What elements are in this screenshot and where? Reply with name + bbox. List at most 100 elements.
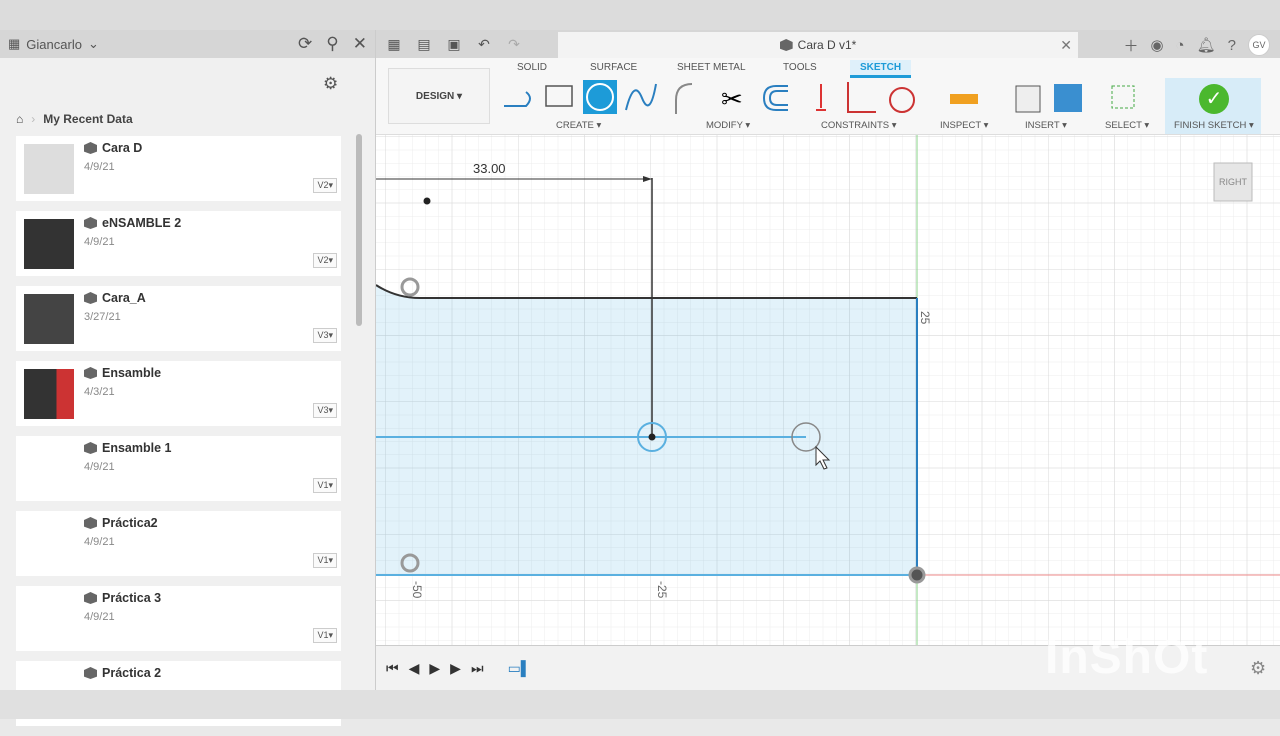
close-tab-icon[interactable]: ✕ xyxy=(1060,37,1072,54)
list-item[interactable]: eNSAMBLE 2 4/9/21 V2▾ xyxy=(16,211,341,276)
breadcrumb: ⌂ › My Recent Data xyxy=(16,112,133,126)
trim-scissors-icon[interactable]: ✂ xyxy=(721,84,743,114)
select-menu[interactable]: SELECT ▾ xyxy=(1105,120,1149,131)
inspect-menu[interactable]: INSPECT ▾ xyxy=(940,120,988,131)
insert-menu[interactable]: INSERT ▾ xyxy=(1025,120,1067,131)
viewcube[interactable]: RIGHT xyxy=(1213,162,1253,202)
design-icon xyxy=(84,292,97,304)
sketch-point[interactable] xyxy=(423,197,431,205)
tick-label: 25 xyxy=(918,311,932,325)
document-tab[interactable]: Cara D v1* ✕ xyxy=(558,32,1078,58)
breadcrumb-current[interactable]: My Recent Data xyxy=(43,112,132,126)
list-item[interactable]: Práctica2 4/9/21 V1▾ xyxy=(16,511,341,576)
file-date: 3/27/21 xyxy=(84,311,121,323)
measure-icon[interactable] xyxy=(950,94,978,104)
gear-icon[interactable]: ⚙ xyxy=(323,74,338,94)
chevron-down-icon[interactable]: ⌄ xyxy=(88,36,99,52)
redo-icon[interactable]: ↷ xyxy=(502,36,526,53)
notifications-icon[interactable]: 🔔︎ xyxy=(1197,36,1216,54)
fix-constraint-icon[interactable] xyxy=(816,84,826,111)
version-dropdown[interactable]: V1▾ xyxy=(313,553,337,568)
origin-point[interactable] xyxy=(908,566,926,584)
job-status-icon[interactable]: ◔ xyxy=(1176,37,1185,54)
settings-icon[interactable]: ⚙ xyxy=(1250,658,1266,679)
title-bar: ▦ ▤ ▣ ↶ ↷ Cara D v1* ✕ ＋ ◉ ◔ 🔔︎ ? GV xyxy=(376,30,1280,58)
last-step-icon[interactable]: ⏭ xyxy=(471,660,484,677)
rectangle-tool-icon[interactable] xyxy=(545,85,573,107)
version-label: V2 xyxy=(317,180,329,190)
next-step-icon[interactable]: ▶ xyxy=(450,660,461,677)
fusion-workspace: ▦ ▤ ▣ ↶ ↷ Cara D v1* ✕ ＋ ◉ ◔ 🔔︎ ? GV DES… xyxy=(375,30,1280,690)
previous-step-icon[interactable]: ◀ xyxy=(409,660,420,677)
list-item[interactable]: Ensamble 1 4/9/21 V1▾ xyxy=(16,436,341,501)
list-item[interactable]: Cara D 4/9/21 V2▾ xyxy=(16,136,341,201)
version-dropdown[interactable]: V2▾ xyxy=(313,178,337,193)
create-menu[interactable]: CREATE ▾ xyxy=(556,120,601,131)
modify-menu[interactable]: MODIFY ▾ xyxy=(706,120,750,131)
scrollbar[interactable] xyxy=(356,134,362,326)
avatar[interactable]: GV xyxy=(1248,34,1270,56)
apps-grid-icon[interactable]: ▦ xyxy=(382,36,406,53)
first-step-icon[interactable]: ⏮ xyxy=(386,660,399,677)
sketch-canvas[interactable]: 33.00 -50 -25 25 RIGHT xyxy=(375,135,1280,645)
file-thumbnail xyxy=(24,144,74,194)
file-name[interactable]: Práctica 2 xyxy=(102,666,161,680)
document-title: Cara D v1* xyxy=(797,38,857,52)
user-dropdown[interactable]: Giancarlo xyxy=(26,37,82,52)
insert-image-icon[interactable] xyxy=(1054,84,1082,112)
spline-tool-icon[interactable] xyxy=(625,83,657,111)
finish-sketch-menu[interactable]: FINISH SKETCH ▾ xyxy=(1174,120,1254,131)
file-name[interactable]: Ensamble 1 xyxy=(102,441,171,455)
data-panel: ▦ Giancarlo ⌄ ⟳ ⚲ ✕ ⚙ ⌂ › My Recent Data … xyxy=(0,30,376,726)
sketch-feature-icon[interactable]: ▭▌ xyxy=(508,660,531,677)
version-dropdown[interactable]: V1▾ xyxy=(313,628,337,643)
file-name[interactable]: Cara D xyxy=(102,141,142,155)
sketch-profile[interactable] xyxy=(376,285,917,575)
extensions-icon[interactable]: ◉ xyxy=(1150,36,1163,54)
version-dropdown[interactable]: V2▾ xyxy=(313,253,337,268)
file-name[interactable]: Cara_A xyxy=(102,291,146,305)
canvas-svg[interactable]: 33.00 -50 -25 25 RIGHT xyxy=(375,135,1280,645)
select-icon[interactable] xyxy=(1111,85,1135,109)
design-icon xyxy=(84,592,97,604)
circle-tool-active[interactable] xyxy=(583,80,617,114)
dimension-value[interactable]: 33.00 xyxy=(473,161,506,176)
file-list: Cara D 4/9/21 V2▾ eNSAMBLE 2 4/9/21 V2▾ … xyxy=(16,136,341,736)
fillet-icon[interactable] xyxy=(675,83,693,114)
file-icon[interactable]: ▤ xyxy=(412,36,436,53)
version-label: V3 xyxy=(317,405,329,415)
constraints-menu[interactable]: CONSTRAINTS ▾ xyxy=(821,120,897,131)
insert-derive-icon[interactable] xyxy=(1015,85,1041,113)
viewcube-face[interactable]: RIGHT xyxy=(1219,177,1248,187)
version-label: V1 xyxy=(317,480,329,490)
version-dropdown[interactable]: V3▾ xyxy=(313,328,337,343)
center-point[interactable] xyxy=(648,433,656,441)
file-name[interactable]: Ensamble xyxy=(102,366,161,380)
line-tool-icon[interactable] xyxy=(504,91,531,107)
file-thumbnail xyxy=(24,444,74,494)
close-icon[interactable]: ✕ xyxy=(353,34,367,54)
version-label: V1 xyxy=(317,555,329,565)
panel-header: ▦ Giancarlo ⌄ ⟳ ⚲ ✕ xyxy=(0,30,375,58)
version-dropdown[interactable]: V3▾ xyxy=(313,403,337,418)
new-tab-icon[interactable]: ＋ xyxy=(1123,35,1138,56)
file-name[interactable]: Práctica2 xyxy=(102,516,158,530)
search-icon[interactable]: ⚲ xyxy=(326,34,338,54)
design-icon xyxy=(84,367,97,379)
perpendicular-constraint-icon[interactable] xyxy=(847,82,876,113)
offset-icon[interactable] xyxy=(762,85,788,111)
list-item[interactable]: Cara_A 3/27/21 V3▾ xyxy=(16,286,341,351)
save-icon[interactable]: ▣ xyxy=(442,36,466,53)
refresh-icon[interactable]: ⟳ xyxy=(298,34,312,54)
list-item[interactable]: Práctica 3 4/9/21 V1▾ xyxy=(16,586,341,651)
tangent-constraint-icon[interactable] xyxy=(889,87,915,113)
list-item[interactable]: Ensamble 4/3/21 V3▾ xyxy=(16,361,341,426)
play-icon[interactable]: ▶ xyxy=(429,660,440,677)
file-date: 4/9/21 xyxy=(84,236,115,248)
file-name[interactable]: eNSAMBLE 2 xyxy=(102,216,181,230)
version-dropdown[interactable]: V1▾ xyxy=(313,478,337,493)
file-name[interactable]: Práctica 3 xyxy=(102,591,161,605)
undo-icon[interactable]: ↶ xyxy=(472,36,496,53)
help-icon[interactable]: ? xyxy=(1228,37,1236,54)
home-icon[interactable]: ⌂ xyxy=(16,112,23,126)
